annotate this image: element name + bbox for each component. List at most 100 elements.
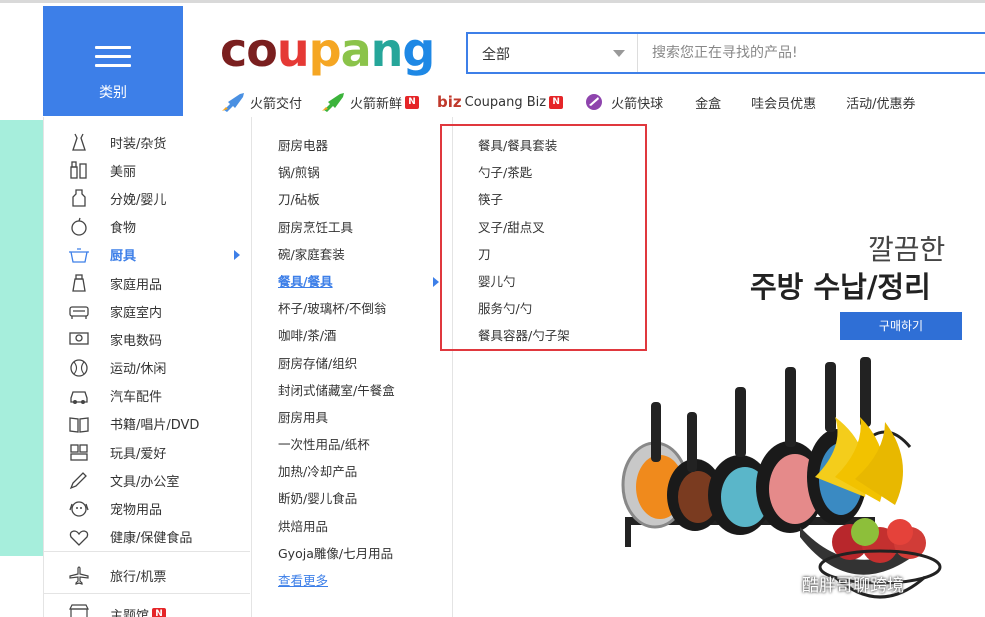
nav-rocket-fresh[interactable]: 火箭新鲜 N <box>320 92 420 112</box>
new-badge: N <box>405 95 420 109</box>
category-item[interactable]: 分娩/婴儿 <box>44 184 250 212</box>
new-badge: N <box>152 607 167 617</box>
category-item[interactable]: 厨具 <box>44 241 250 269</box>
logo-letter: p <box>308 23 342 77</box>
subcategory-item[interactable]: 断奶/婴儿食品 <box>278 485 448 512</box>
category-item-travel[interactable]: 旅行/机票 <box>44 561 250 589</box>
subcategory-label: 厨房烹饪工具 <box>278 219 354 235</box>
category-item[interactable]: 玩具/爱好 <box>44 438 250 466</box>
ball-icon <box>68 358 90 378</box>
car-icon <box>68 386 90 406</box>
subcategory-item[interactable]: 餐具/餐具 <box>278 268 448 295</box>
category-item-label: 运动/休闲 <box>110 362 167 378</box>
subcategory-item[interactable]: 厨房电器 <box>278 132 448 159</box>
see-more-link[interactable]: 查看更多 <box>278 567 448 594</box>
category-item[interactable]: 时装/杂货 <box>44 128 250 156</box>
subcategory-label: 厨房存储/组织 <box>278 355 358 371</box>
category-separator <box>44 551 250 552</box>
subcategory-label: 封闭式储藏室/午餐盒 <box>278 382 395 398</box>
heart-icon <box>68 527 90 547</box>
logo-letter: o <box>246 23 278 77</box>
category-item[interactable]: 文具/办公室 <box>44 466 250 494</box>
nav-rocket-fresh-label: 火箭新鲜 <box>350 96 403 112</box>
category-item[interactable]: 家庭用品 <box>44 269 250 297</box>
subcategory-item[interactable]: 锅/煎锅 <box>278 159 448 186</box>
subcategory-item[interactable]: 加热/冷却产品 <box>278 458 448 485</box>
logo-letter: u <box>276 23 310 77</box>
subcategory-label: 厨房电器 <box>278 138 329 153</box>
nav-coupang-biz[interactable]: biz Coupang Biz N <box>437 93 564 111</box>
watermark: 酷胖哥聊跨境 <box>762 570 904 596</box>
nav-events[interactable]: 活动/优惠券 <box>846 93 915 112</box>
subcategory-label: Gyoja雕像/七月用品 <box>278 545 394 561</box>
subcategory-item[interactable]: 刀/砧板 <box>278 186 448 213</box>
subcategory-item[interactable]: 厨房烹饪工具 <box>278 214 448 241</box>
category-item[interactable]: 家电数码 <box>44 325 250 353</box>
subcategory-label: 一次性用品/纸杯 <box>278 437 370 453</box>
category-extra-theme: 主题馆 N <box>44 600 250 617</box>
category-extra-travel: 旅行/机票 <box>44 561 250 589</box>
coupang-logo[interactable]: coupang <box>220 22 435 78</box>
subcategory-item[interactable]: 一次性用品/纸杯 <box>278 431 448 458</box>
category-item[interactable]: 宠物用品 <box>44 494 250 522</box>
category-item[interactable]: 书籍/唱片/DVD <box>44 410 250 438</box>
banner-subtitle: 깔끔한 <box>868 233 946 266</box>
nav-gold-box[interactable]: 金盒 <box>695 93 721 112</box>
nav-rocket-express-label: 火箭快球 <box>611 96 664 112</box>
logo-letter: c <box>220 23 247 77</box>
nav-wow-member[interactable]: 哇会员优惠 <box>751 93 816 112</box>
subcategory-item[interactable]: 碗/家庭套装 <box>278 241 448 268</box>
subnav: 火箭交付 火箭新鲜 N biz Coupang Biz N 火箭快球 金盒 哇会… <box>220 90 934 114</box>
category-item[interactable]: 美丽 <box>44 156 250 184</box>
category-item-label: 书籍/唱片/DVD <box>110 418 200 434</box>
category-item-label: 旅行/机票 <box>110 569 167 585</box>
subcategory-label: 咖啡/茶/酒 <box>278 328 337 344</box>
watermark-text: 酷胖哥聊跨境 <box>802 575 904 596</box>
subcategory-item[interactable]: 厨房用具 <box>278 404 448 431</box>
search-input[interactable] <box>640 34 985 72</box>
subcategory-item[interactable]: 封闭式储藏室/午餐盒 <box>278 377 448 404</box>
nav-gold-box-label: 金盒 <box>695 96 722 112</box>
category-item-label: 分娩/婴儿 <box>110 192 167 208</box>
nav-wow-member-label: 哇会员优惠 <box>751 96 817 112</box>
category-item-label: 家电数码 <box>110 333 163 349</box>
search-scope-value: 全部 <box>482 47 510 63</box>
category-item[interactable]: 汽车配件 <box>44 382 250 410</box>
wechat-icon <box>763 572 797 595</box>
category-item[interactable]: 运动/休闲 <box>44 354 250 382</box>
category-item-label: 美丽 <box>110 164 137 180</box>
subcategory-item[interactable]: 咖啡/茶/酒 <box>278 322 448 349</box>
category-separator <box>44 593 250 594</box>
category-item[interactable]: 健康/保健食品 <box>44 523 250 551</box>
category-item-label: 时装/杂货 <box>110 136 167 152</box>
detergent-icon <box>68 273 90 293</box>
category-item-theme-hall[interactable]: 主题馆 N <box>44 600 250 617</box>
subcategory-item[interactable]: 杯子/玻璃杯/不倒翁 <box>278 295 448 322</box>
category-item-label: 健康/保健食品 <box>110 531 193 547</box>
category-list: 时装/杂货美丽分娩/婴儿食物厨具家庭用品 家庭室内家电数码运动/休闲汽车配件书籍/… <box>44 128 250 551</box>
category-item-label: 主题馆 <box>110 608 150 617</box>
category-item-label: 食物 <box>110 221 137 237</box>
subcategory-item[interactable]: 厨房存储/组织 <box>278 350 448 377</box>
sofa-icon <box>68 301 90 321</box>
category-menu-button[interactable]: 类别 <box>43 6 183 116</box>
search-scope-select[interactable]: 全部 <box>468 34 638 72</box>
nav-rocket-express[interactable]: 火箭快球 <box>581 92 663 112</box>
category-item-label: 厨具 <box>110 249 137 265</box>
category-item[interactable]: 家庭室内 <box>44 297 250 325</box>
dress-icon <box>68 132 90 152</box>
dog-icon <box>68 498 90 518</box>
chevron-right-icon <box>234 249 240 260</box>
subcategory-label: 锅/煎锅 <box>278 165 320 181</box>
subcategory-item[interactable]: Gyoja雕像/七月用品 <box>278 540 448 567</box>
buy-button[interactable]: 구매하기 <box>840 312 962 340</box>
category-item[interactable]: 食物 <box>44 213 250 241</box>
chevron-down-icon <box>613 50 625 57</box>
category-item-label: 文具/办公室 <box>110 474 180 490</box>
pencil-icon <box>68 470 90 490</box>
store-icon <box>68 604 90 617</box>
subcategory-item[interactable]: 烘焙用品 <box>278 513 448 540</box>
book-icon <box>68 414 90 434</box>
subcategory-label: 杯子/玻璃杯/不倒翁 <box>278 301 387 317</box>
nav-rocket-delivery[interactable]: 火箭交付 <box>220 92 302 112</box>
